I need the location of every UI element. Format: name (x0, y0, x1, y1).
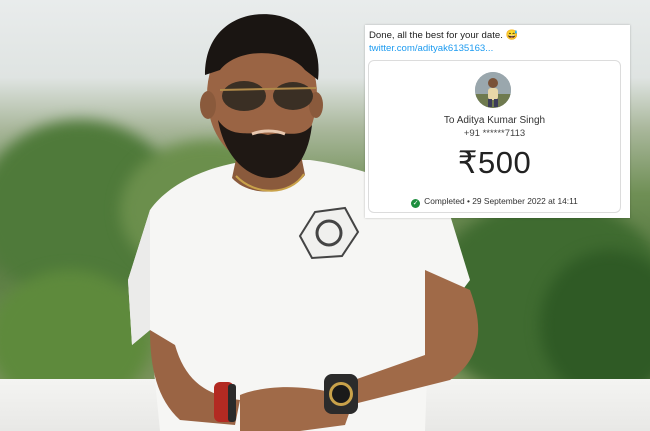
payment-status-text: Completed • 29 September 2022 at 14:11 (424, 196, 578, 206)
payment-amount: ₹500 (457, 145, 532, 180)
tweet-card: Done, all the best for your date. 😅 twit… (365, 25, 630, 218)
tweet-link[interactable]: twitter.com/adityak6135163... (368, 42, 627, 55)
sweat-smile-emoji: 😅 (505, 30, 518, 41)
payment-receipt-card: To Aditya Kumar Singh +91 ******7113 ₹50… (368, 60, 621, 213)
tweet-text: Done, all the best for your date. 😅 (369, 30, 518, 41)
payment-status: ✓ Completed • 29 September 2022 at 14:11 (369, 196, 620, 208)
payee-name: To Aditya Kumar Singh (443, 115, 546, 126)
check-circle-icon: ✓ (411, 199, 421, 208)
payee-phone: +91 ******7113 (463, 128, 526, 139)
payee-avatar (475, 72, 511, 108)
